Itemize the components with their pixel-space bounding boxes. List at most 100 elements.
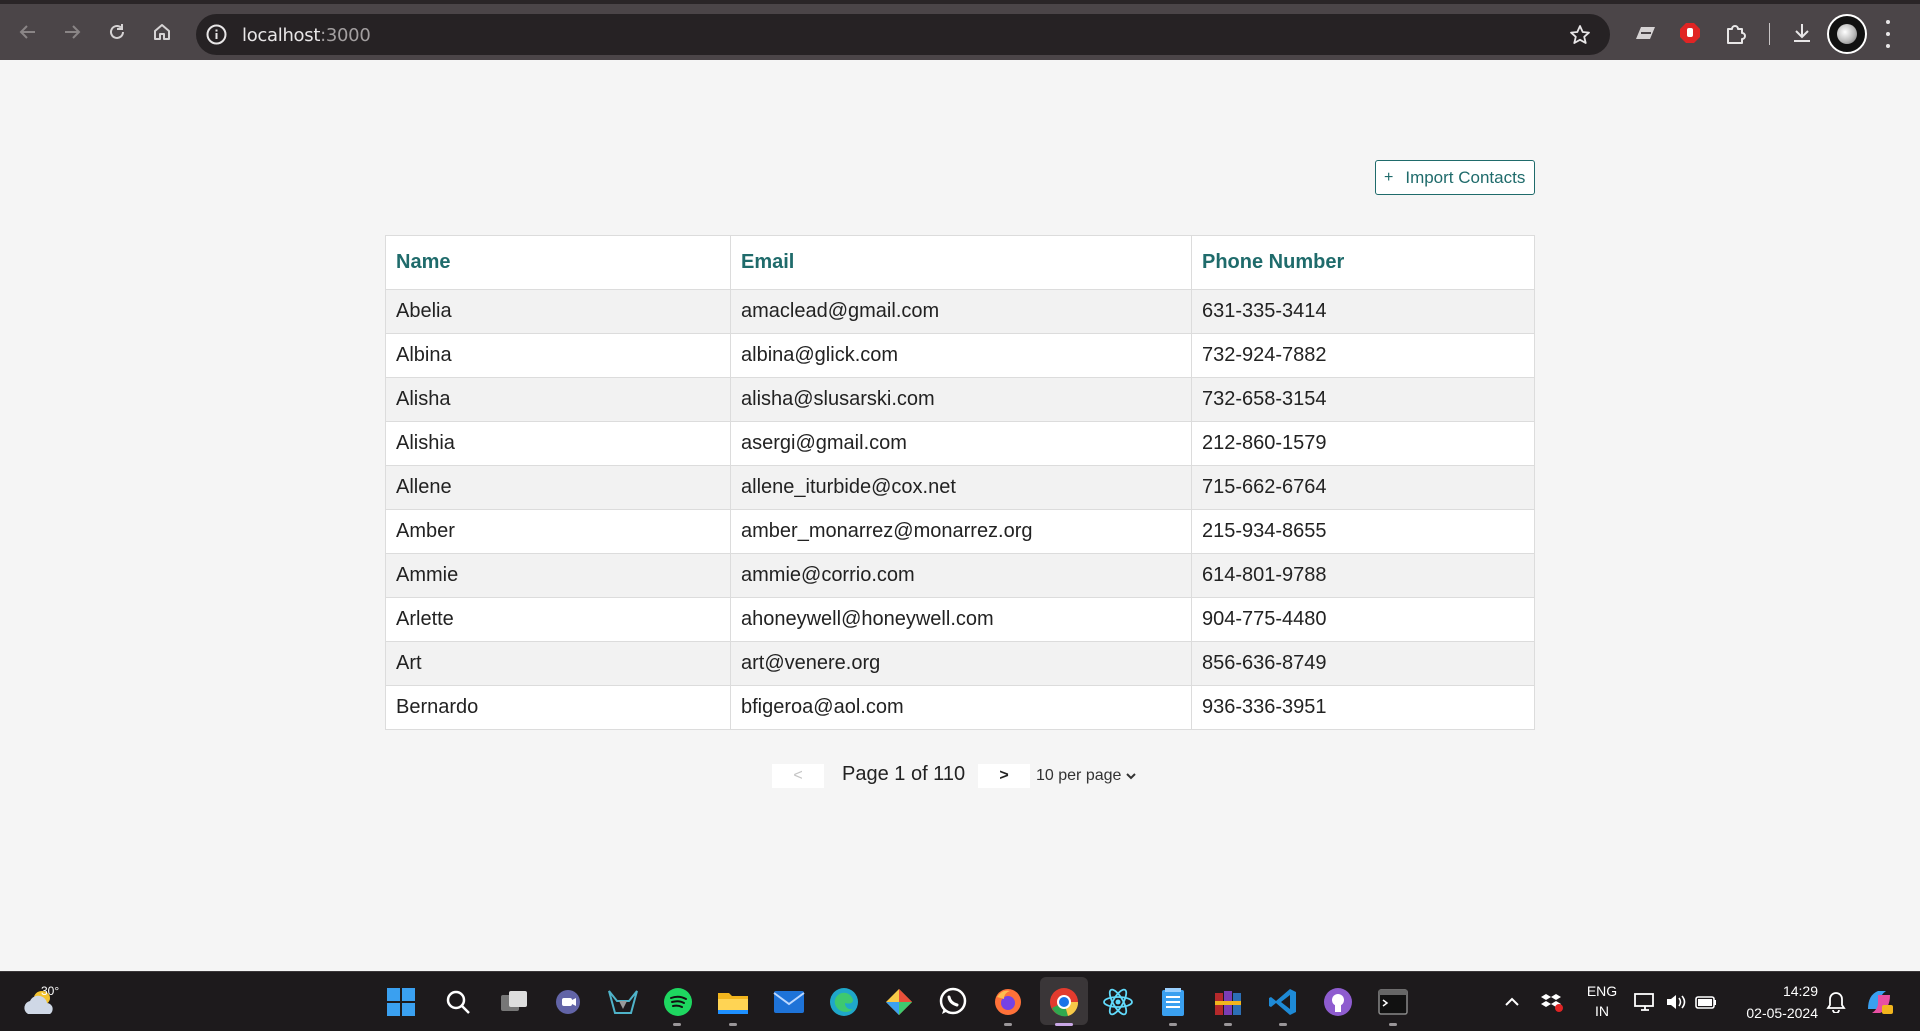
forward-button[interactable]	[57, 17, 87, 47]
clock-date: 02-05-2024	[1746, 1005, 1818, 1021]
volume-tray-button[interactable]	[1663, 986, 1689, 1018]
task-view-button[interactable]	[498, 986, 530, 1018]
cell-name: Ammie	[385, 553, 731, 598]
git-button[interactable]	[883, 986, 915, 1018]
active-indicator	[1055, 1023, 1073, 1026]
vscode-button[interactable]	[1267, 986, 1299, 1018]
profile-avatar[interactable]	[1827, 14, 1867, 54]
previous-page-button[interactable]: <	[772, 764, 824, 788]
cell-name: Abelia	[385, 289, 731, 334]
language-indicator[interactable]: ENG IN	[1580, 981, 1624, 1021]
cell-email: art@venere.org	[730, 641, 1192, 686]
running-indicator	[1004, 1023, 1012, 1026]
url-port: :3000	[320, 25, 371, 46]
winrar-button[interactable]	[1212, 986, 1244, 1018]
chevron-down-icon	[1126, 773, 1137, 780]
start-button[interactable]	[385, 986, 417, 1018]
adblock-hand-icon	[1680, 23, 1700, 43]
taskbar-clock[interactable]: 14:29 02-05-2024	[1728, 980, 1818, 1024]
cell-phone: 215-934-8655	[1191, 509, 1535, 554]
table-row: Art art@venere.org 856-636-8749	[385, 641, 1535, 686]
url-host: localhost	[242, 25, 321, 46]
column-header-phone[interactable]: Phone Number	[1191, 235, 1535, 290]
battery-icon	[1695, 996, 1716, 1009]
arrow-right-icon	[65, 25, 81, 39]
downloads-button[interactable]	[1788, 16, 1816, 50]
site-info-icon[interactable]	[206, 24, 227, 45]
cell-name: Alisha	[385, 377, 731, 422]
cell-phone: 631-335-3414	[1191, 289, 1535, 334]
page-indicator: Page 1 of 110	[842, 763, 966, 785]
next-page-button[interactable]: >	[978, 764, 1030, 788]
import-contacts-button[interactable]: + Import Contacts	[1375, 160, 1535, 195]
running-indicator	[673, 1023, 681, 1026]
task-view-icon	[501, 991, 527, 1011]
clock-time: 14:29	[1782, 983, 1818, 999]
notification-bell-icon	[1826, 992, 1846, 1013]
chrome-button[interactable]	[1048, 986, 1080, 1018]
cell-name: Art	[385, 641, 731, 686]
table-row: Bernardo bfigeroa@aol.com 936-336-3951	[385, 685, 1535, 730]
toolbar-divider	[1769, 23, 1770, 45]
search-icon	[446, 990, 470, 1014]
mail-button[interactable]	[773, 986, 805, 1018]
per-page-select[interactable]: 10 per page	[1036, 764, 1137, 788]
cell-phone: 212-860-1579	[1191, 421, 1535, 466]
table-row: Abelia amaclead@gmail.com 631-335-3414	[385, 289, 1535, 334]
dropbox-tray-button[interactable]	[1538, 986, 1566, 1018]
column-header-email[interactable]: Email	[730, 235, 1192, 290]
column-header-name[interactable]: Name	[385, 235, 731, 290]
bookmark-star-icon[interactable]	[1568, 23, 1592, 47]
github-desktop-button[interactable]	[1322, 986, 1354, 1018]
spotify-button[interactable]	[662, 986, 694, 1018]
teams-chat-button[interactable]	[552, 986, 584, 1018]
home-icon	[154, 24, 170, 40]
windows-taskbar: 30° ENG IN 14:29 02-05-2024	[0, 971, 1920, 1031]
cell-name: Bernardo	[385, 685, 731, 730]
cell-email: ammie@corrio.com	[730, 553, 1192, 598]
table-header-row: Name Email Phone Number	[385, 235, 1535, 290]
network-tray-button[interactable]	[1632, 986, 1658, 1018]
firefox-button[interactable]	[992, 986, 1024, 1018]
notifications-button[interactable]	[1822, 986, 1850, 1018]
mail-icon	[773, 991, 805, 1013]
address-bar[interactable]: localhost:3000	[196, 14, 1610, 55]
cell-phone: 715-662-6764	[1191, 465, 1535, 510]
reload-button[interactable]	[102, 17, 132, 47]
browser-menu-button[interactable]	[1883, 20, 1893, 48]
search-button[interactable]	[442, 986, 474, 1018]
notepad-icon	[1162, 988, 1184, 1016]
table-row: Alishia asergi@gmail.com 212-860-1579	[385, 421, 1535, 466]
notepad-button[interactable]	[1157, 986, 1189, 1018]
extension-eraser-button[interactable]	[1632, 16, 1660, 50]
whatsapp-icon	[939, 987, 967, 1015]
table-row: Ammie ammie@corrio.com 614-801-9788	[385, 553, 1535, 598]
extension-adblock-button[interactable]	[1676, 16, 1704, 50]
predator-sense-button[interactable]	[607, 986, 639, 1018]
cell-email: amaclead@gmail.com	[730, 289, 1192, 334]
back-button[interactable]	[13, 17, 43, 47]
contacts-table: Name Email Phone Number Abelia amaclead@g…	[385, 235, 1535, 730]
edge-button[interactable]	[828, 986, 860, 1018]
table-row: Alisha alisha@slusarski.com 732-658-3154	[385, 377, 1535, 422]
predator-icon	[608, 990, 638, 1014]
plus-icon: +	[1384, 168, 1394, 186]
cell-name: Alishia	[385, 421, 731, 466]
terminal-button[interactable]	[1377, 986, 1409, 1018]
home-button[interactable]	[147, 17, 177, 47]
react-devtools-button[interactable]	[1102, 986, 1134, 1018]
cell-phone: 856-636-8749	[1191, 641, 1535, 686]
show-hidden-icons-button[interactable]	[1498, 986, 1526, 1018]
cell-name: Arlette	[385, 597, 731, 642]
extensions-button[interactable]	[1721, 16, 1749, 50]
cell-name: Albina	[385, 333, 731, 378]
url-text: localhost:3000	[242, 25, 371, 46]
copilot-button[interactable]	[1863, 986, 1895, 1018]
file-explorer-button[interactable]	[717, 986, 749, 1018]
cell-phone: 904-775-4480	[1191, 597, 1535, 642]
import-contacts-label: Import Contacts	[1405, 167, 1526, 187]
whatsapp-button[interactable]	[937, 986, 969, 1018]
battery-tray-button[interactable]	[1693, 986, 1719, 1018]
cell-email: ahoneywell@honeywell.com	[730, 597, 1192, 642]
terminal-icon	[1378, 989, 1408, 1015]
